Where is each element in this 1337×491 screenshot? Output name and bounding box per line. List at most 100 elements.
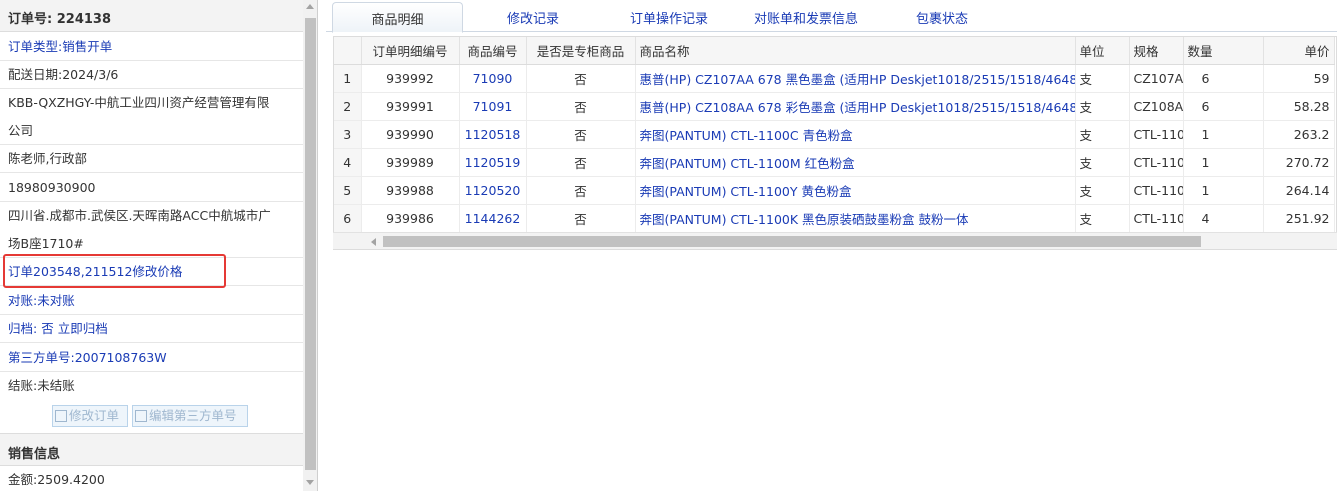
col-header-product-name[interactable]: 商品名称 — [635, 37, 1076, 65]
product-id-link[interactable]: 1120518 — [459, 120, 527, 149]
tab-change-log[interactable]: 修改记录 — [507, 8, 559, 27]
scroll-down-arrow-icon[interactable] — [306, 480, 314, 485]
row-number: 4 — [334, 148, 362, 177]
scroll-left-arrow-icon[interactable] — [371, 238, 376, 246]
archive-label: 归档: — [8, 321, 38, 336]
tab-statement-invoice[interactable]: 对账单和发票信息 — [754, 8, 858, 27]
col-header-detail-id[interactable]: 订单明细编号 — [361, 37, 460, 65]
reconcile-value: 未对账 — [37, 293, 75, 308]
unit-cell: 支 — [1075, 148, 1130, 177]
product-id-link[interactable]: 71090 — [459, 64, 527, 93]
col-header-price[interactable]: 单价 — [1263, 37, 1335, 65]
detail-id-cell: 939991 — [361, 92, 460, 121]
qty-cell: 6 — [1183, 92, 1264, 121]
phone-row: 18980930900 — [0, 174, 303, 202]
product-table: 订单明细编号 商品编号 是否是专柜商品 商品名称 单位 规格 数量 单价 1 9… — [333, 36, 1337, 250]
address-line1: 四川省.成都市.武侯区.天晖南路ACC中航城市广 — [8, 208, 271, 223]
price-cell: 251.92 — [1263, 204, 1335, 233]
order-info-panel: 订单号: 224138 订单类型:销售开单 配送日期:2024/3/6 KBB-… — [0, 0, 318, 491]
product-id-link[interactable]: 71091 — [459, 92, 527, 121]
counter-cell: 否 — [526, 92, 636, 121]
archive-row: 归档: 否 立即归档 — [0, 315, 303, 343]
qty-cell: 1 — [1183, 148, 1264, 177]
amount-row: 金额:2509.4200 — [0, 466, 303, 491]
amount-label: 金额: — [8, 472, 38, 487]
archive-now-link[interactable]: 立即归档 — [58, 321, 108, 336]
product-name-link[interactable]: 奔图(PANTUM) CTL-1100Y 黄色粉盒 — [635, 176, 1076, 205]
qty-cell: 6 — [1183, 64, 1264, 93]
product-name-link[interactable]: 奔图(PANTUM) CTL-1100K 黑色原装硒鼓墨粉盒 鼓粉一体 — [635, 204, 1076, 233]
order-type-value: 销售开单 — [62, 39, 113, 54]
table-header-row: 订单明细编号 商品编号 是否是专柜商品 商品名称 单位 规格 数量 单价 — [334, 37, 1335, 65]
edit-third-party-button[interactable]: 编辑第三方单号 — [132, 405, 248, 427]
detail-panel: 商品明细 修改记录 订单操作记录 对账单和发票信息 包裹状态 订单明细编号 商品… — [326, 0, 1337, 491]
order-number-header: 订单号: 224138 — [0, 0, 303, 32]
spec-cell: CZ108AA — [1129, 92, 1184, 121]
highlight-box — [3, 254, 226, 288]
table-row[interactable]: 5 939988 1120520 否 奔图(PANTUM) CTL-1100Y … — [334, 176, 1335, 205]
product-name-link[interactable]: 奔图(PANTUM) CTL-1100C 青色粉盒 — [635, 120, 1076, 149]
tab-package-status[interactable]: 包裹状态 — [916, 8, 968, 27]
settle-value: 未结账 — [37, 378, 75, 393]
unit-cell: 支 — [1075, 204, 1130, 233]
product-name-link[interactable]: 惠普(HP) CZ107AA 678 黑色墨盒 (适用HP Deskjet101… — [635, 64, 1076, 93]
price-cell: 263.2 — [1263, 120, 1335, 149]
table-row[interactable]: 2 939991 71091 否 惠普(HP) CZ108AA 678 彩色墨盒… — [334, 92, 1335, 121]
settle-row: 结账:未结账 — [0, 372, 303, 400]
table-row[interactable]: 6 939986 1144262 否 奔图(PANTUM) CTL-1100K … — [334, 204, 1335, 233]
unit-cell: 支 — [1075, 92, 1130, 121]
table-scrollbar-thumb[interactable] — [383, 236, 1201, 247]
order-number-value: 224138 — [56, 12, 112, 27]
third-party-row: 第三方单号:2007108763W — [0, 344, 303, 372]
amount-value: 2509.4200 — [37, 472, 105, 487]
product-name-link[interactable]: 惠普(HP) CZ108AA 678 彩色墨盒 (适用HP Deskjet101… — [635, 92, 1076, 121]
edit-third-party-button-label: 编辑第三方单号 — [149, 408, 237, 423]
settle-label: 结账: — [8, 378, 38, 393]
edit-order-button-label: 修改订单 — [69, 408, 120, 423]
qty-cell: 1 — [1183, 176, 1264, 205]
spec-cell: CZ107AA — [1129, 64, 1184, 93]
company-line2: 公司 — [0, 117, 303, 145]
table-row[interactable]: 3 939990 1120518 否 奔图(PANTUM) CTL-1100C … — [334, 120, 1335, 149]
spec-cell: CTL-1100C — [1129, 120, 1184, 149]
edit-order-button[interactable]: 修改订单 — [52, 405, 128, 427]
table-row[interactable]: 1 939992 71090 否 惠普(HP) CZ107AA 678 黑色墨盒… — [334, 64, 1335, 93]
unit-cell: 支 — [1075, 176, 1130, 205]
counter-cell: 否 — [526, 64, 636, 93]
col-header-spec[interactable]: 规格 — [1129, 37, 1184, 65]
edit-icon — [135, 410, 147, 422]
unit-cell: 支 — [1075, 64, 1130, 93]
delivery-date-row: 配送日期:2024/3/6 — [0, 61, 303, 89]
unit-cell: 支 — [1075, 120, 1130, 149]
counter-cell: 否 — [526, 120, 636, 149]
row-number: 5 — [334, 176, 362, 205]
product-id-link[interactable]: 1120519 — [459, 148, 527, 177]
edit-icon — [55, 410, 67, 422]
row-number: 6 — [334, 204, 362, 233]
row-number: 2 — [334, 92, 362, 121]
col-header-unit[interactable]: 单位 — [1075, 37, 1130, 65]
detail-id-cell: 939986 — [361, 204, 460, 233]
scroll-up-arrow-icon[interactable] — [306, 4, 314, 9]
table-row[interactable]: 4 939989 1120519 否 奔图(PANTUM) CTL-1100M … — [334, 148, 1335, 177]
spec-cell: CTL-1100Y — [1129, 176, 1184, 205]
product-id-link[interactable]: 1144262 — [459, 204, 527, 233]
col-header-counter[interactable]: 是否是专柜商品 — [526, 37, 636, 65]
product-name-link[interactable]: 奔图(PANTUM) CTL-1100M 红色粉盒 — [635, 148, 1076, 177]
detail-id-cell: 939989 — [361, 148, 460, 177]
left-scrollbar-thumb[interactable] — [305, 18, 316, 470]
counter-cell: 否 — [526, 204, 636, 233]
col-header-rownum — [334, 37, 362, 65]
tab-order-operation-log[interactable]: 订单操作记录 — [630, 8, 708, 27]
spec-cell: CTL-1100K — [1129, 204, 1184, 233]
table-horizontal-scrollbar[interactable] — [333, 232, 1337, 249]
detail-id-cell: 939988 — [361, 176, 460, 205]
tab-product-details[interactable]: 商品明细 — [332, 2, 463, 33]
product-id-link[interactable]: 1120520 — [459, 176, 527, 205]
price-cell: 270.72 — [1263, 148, 1335, 177]
counter-cell: 否 — [526, 176, 636, 205]
col-header-product-id[interactable]: 商品编号 — [459, 37, 527, 65]
col-header-qty[interactable]: 数量 — [1183, 37, 1264, 65]
row-number: 1 — [334, 64, 362, 93]
third-party-label: 第三方单号: — [8, 350, 75, 365]
